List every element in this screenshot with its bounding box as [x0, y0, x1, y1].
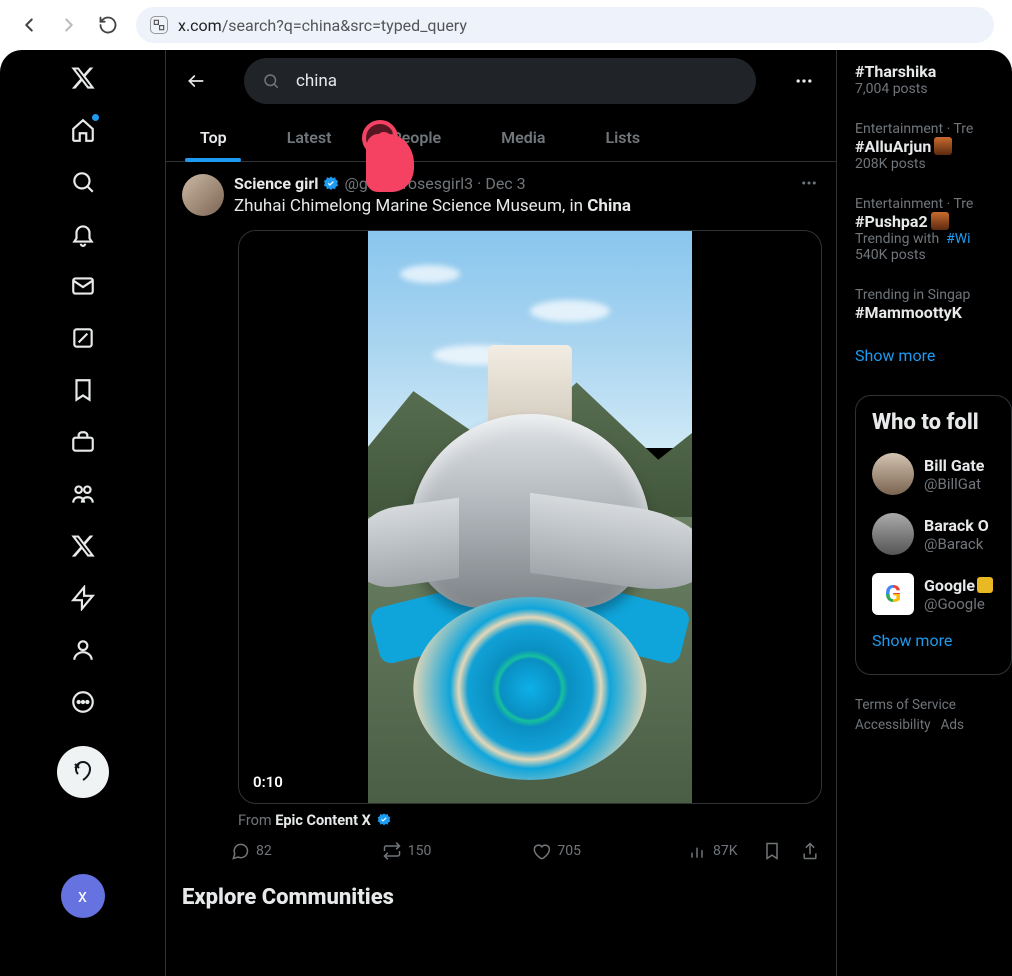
profile-nav[interactable] [69, 636, 97, 664]
avatar: G [872, 573, 914, 615]
who-to-follow-panel: Who to foll Bill Gate @BillGat Barack O … [855, 395, 1012, 675]
trend-item[interactable]: Entertainment · Tre #Pushpa2 Trending wi… [855, 192, 1012, 273]
search-tabs: Top Latest People Media Lists [166, 112, 836, 162]
trend-item[interactable]: Entertainment · Tre #AlluArjun 208K post… [855, 117, 1012, 182]
tab-lists[interactable]: Lists [575, 112, 670, 161]
post-header: Science girl @gunsnrosesgirl3 · Dec 3 [234, 174, 631, 193]
browser-toolbar: x.com/search?q=china&src=typed_query [0, 0, 1012, 50]
views-button[interactable]: 87K [687, 841, 738, 861]
notification-dot [92, 114, 99, 121]
trend-thumbnail [934, 137, 952, 155]
x-logo[interactable] [69, 64, 97, 92]
reply-button[interactable]: 82 [230, 841, 272, 861]
who-to-follow-title: Who to foll [872, 410, 1011, 435]
sidebar-right: #Tharshika 7,004 posts Entertainment · T… [837, 50, 1012, 976]
jobs-nav[interactable] [69, 428, 97, 456]
repost-button[interactable]: 150 [382, 841, 432, 861]
tab-people[interactable]: People [362, 112, 472, 161]
communities-nav[interactable] [69, 480, 97, 508]
verified-orgs-nav[interactable] [69, 584, 97, 612]
search-query-text: china [296, 71, 337, 91]
notifications-nav[interactable] [69, 220, 97, 248]
video-thumbnail [368, 231, 692, 803]
footer-ads[interactable]: Ads [941, 717, 964, 733]
trends-show-more[interactable]: Show more [855, 342, 1012, 379]
trend-item[interactable]: Trending in Singap #MammoottyK [855, 283, 1012, 332]
explore-nav[interactable] [69, 168, 97, 196]
follow-suggestion[interactable]: Barack O @Barack [872, 513, 1011, 555]
post-text: Zhuhai Chimelong Marine Science Museum, … [234, 195, 631, 218]
post-more-button[interactable] [800, 174, 818, 196]
tab-latest[interactable]: Latest [257, 112, 362, 161]
url-text: x.com/search?q=china&src=typed_query [178, 16, 467, 35]
post-video[interactable]: 0:10 [238, 230, 822, 804]
bookmark-button[interactable] [762, 841, 782, 861]
verified-gold-icon [977, 577, 993, 593]
profile-initial: x [78, 886, 87, 907]
nav-rail: x [0, 50, 165, 976]
trend-item[interactable]: #Tharshika 7,004 posts [855, 58, 1012, 107]
compose-button[interactable] [57, 746, 109, 798]
more-nav[interactable] [69, 688, 97, 716]
post-handle[interactable]: @gunsnrosesgirl3 [344, 174, 473, 193]
back-button[interactable] [18, 14, 40, 36]
avatar [872, 453, 914, 495]
search-icon [262, 72, 280, 90]
follow-suggestion[interactable]: Bill Gate @BillGat [872, 453, 1011, 495]
messages-nav[interactable] [69, 272, 97, 300]
search-more-button[interactable] [786, 63, 822, 99]
footer-a11y[interactable]: Accessibility [855, 717, 931, 733]
post-display-name[interactable]: Science girl [234, 174, 318, 193]
url-bar[interactable]: x.com/search?q=china&src=typed_query [136, 7, 994, 43]
like-button[interactable]: 705 [531, 841, 581, 861]
premium-nav[interactable] [69, 532, 97, 560]
main-column: china Top Latest People Media Lists Scie… [165, 50, 837, 976]
avatar [872, 513, 914, 555]
footer-tos[interactable]: Terms of Service [855, 697, 956, 713]
trend-thumbnail [931, 212, 949, 230]
follow-suggestion[interactable]: G Google @Google [872, 573, 1011, 615]
explore-communities-heading: Explore Communities [166, 873, 836, 922]
search-header: china [166, 50, 836, 112]
video-duration: 0:10 [253, 773, 283, 791]
verified-icon [322, 175, 340, 193]
search-back-button[interactable] [178, 63, 214, 99]
share-button[interactable] [800, 841, 820, 861]
forward-button[interactable] [58, 14, 80, 36]
reload-button[interactable] [98, 15, 118, 35]
app-root: x china Top Latest People Media Lists [0, 50, 1012, 976]
tab-top[interactable]: Top [170, 112, 257, 161]
verified-icon [376, 812, 392, 828]
footer-links: Terms of Service Accessibility Ads [855, 685, 1012, 736]
follow-show-more[interactable]: Show more [872, 615, 1011, 664]
post[interactable]: Science girl @gunsnrosesgirl3 · Dec 3 Zh… [166, 162, 836, 873]
site-settings-icon[interactable] [150, 16, 168, 34]
post-avatar[interactable] [182, 174, 224, 216]
grok-nav[interactable] [69, 324, 97, 352]
home-nav[interactable] [69, 116, 97, 144]
tab-media[interactable]: Media [471, 112, 575, 161]
post-from-line[interactable]: From Epic Content X [238, 808, 820, 837]
search-input[interactable]: china [244, 58, 756, 104]
account-button[interactable]: x [61, 874, 105, 918]
post-date[interactable]: Dec 3 [485, 174, 525, 193]
post-actions: 82 150 705 87K [230, 837, 820, 865]
bookmarks-nav[interactable] [69, 376, 97, 404]
